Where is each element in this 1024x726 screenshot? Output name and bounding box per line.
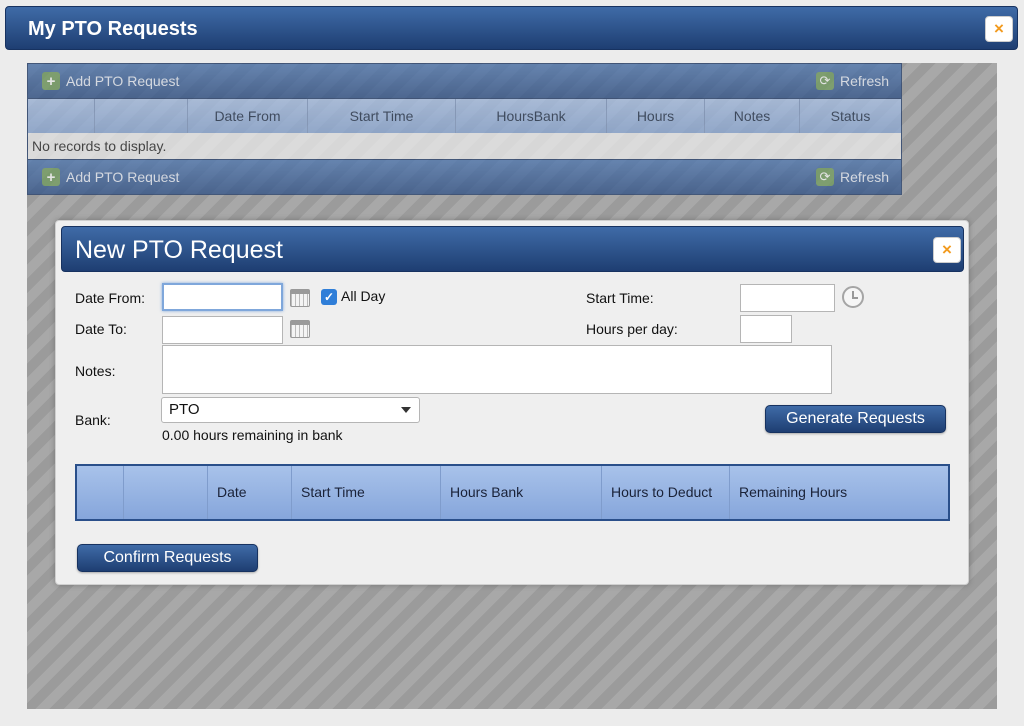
grid-col-hoursbank[interactable]: HoursBank xyxy=(456,99,607,133)
grid-top-toolbar: + Add PTO Request ⟳ Refresh xyxy=(27,63,902,99)
notes-textarea[interactable] xyxy=(162,345,832,394)
pto-requests-grid: + Add PTO Request ⟳ Refresh Date From St… xyxy=(27,63,902,196)
start-time-input[interactable] xyxy=(740,284,835,312)
generate-requests-button[interactable]: Generate Requests xyxy=(765,405,946,433)
hours-per-day-label: Hours per day: xyxy=(586,321,678,337)
all-day-checkbox[interactable]: ✓ xyxy=(321,289,337,305)
grid-header-row: Date From Start Time HoursBank Hours Not… xyxy=(27,99,902,133)
grid-col-hours[interactable]: Hours xyxy=(607,99,705,133)
plus-icon: + xyxy=(42,168,60,186)
start-time-label: Start Time: xyxy=(586,290,654,306)
window-titlebar: My PTO Requests × xyxy=(5,6,1018,50)
date-to-calendar-icon[interactable] xyxy=(290,320,310,338)
grid-bottom-toolbar: + Add PTO Request ⟳ Refresh xyxy=(27,159,902,195)
window-close-button[interactable]: × xyxy=(985,16,1013,42)
plus-icon: + xyxy=(42,72,60,90)
all-day-label[interactable]: All Day xyxy=(341,288,385,304)
add-pto-request-button-bottom[interactable]: + Add PTO Request xyxy=(42,168,179,186)
grid-col-start-time[interactable]: Start Time xyxy=(308,99,456,133)
hours-per-day-input[interactable] xyxy=(740,315,792,343)
dialog-titlebar: New PTO Request × xyxy=(61,226,964,272)
dialog-close-button[interactable]: × xyxy=(933,237,961,263)
no-records-message: No records to display. xyxy=(27,133,902,159)
date-to-label: Date To: xyxy=(75,321,127,337)
date-from-input[interactable] xyxy=(162,283,283,311)
date-to-input[interactable] xyxy=(162,316,283,344)
close-icon: × xyxy=(942,240,952,259)
refresh-icon: ⟳ xyxy=(816,168,834,186)
req-col-select[interactable] xyxy=(124,466,208,519)
grid-col-select[interactable] xyxy=(95,99,188,133)
window-title: My PTO Requests xyxy=(28,18,198,40)
confirm-requests-button[interactable]: Confirm Requests xyxy=(77,544,258,572)
date-from-calendar-icon[interactable] xyxy=(290,289,310,307)
add-pto-request-button-top[interactable]: + Add PTO Request xyxy=(42,72,179,90)
req-col-start-time[interactable]: Start Time xyxy=(292,466,441,519)
chevron-down-icon xyxy=(401,407,411,413)
refresh-button-top[interactable]: ⟳ Refresh xyxy=(816,72,889,90)
add-pto-request-label: Add PTO Request xyxy=(66,73,180,89)
grid-col-expand[interactable] xyxy=(28,99,95,133)
bank-label: Bank: xyxy=(75,412,111,428)
refresh-icon: ⟳ xyxy=(816,72,834,90)
bank-selected-value: PTO xyxy=(169,401,200,418)
bank-remaining-text: 0.00 hours remaining in bank xyxy=(162,427,343,443)
refresh-label: Refresh xyxy=(840,169,890,185)
req-col-expand[interactable] xyxy=(77,466,124,519)
close-icon: × xyxy=(994,19,1004,38)
req-col-hours-bank[interactable]: Hours Bank xyxy=(441,466,602,519)
refresh-label: Refresh xyxy=(840,73,890,89)
refresh-button-bottom[interactable]: ⟳ Refresh xyxy=(816,168,889,186)
notes-label: Notes: xyxy=(75,363,116,379)
date-from-label: Date From: xyxy=(75,290,146,306)
requests-preview-grid: Date Start Time Hours Bank Hours to Dedu… xyxy=(75,464,950,521)
grid-col-date-from[interactable]: Date From xyxy=(188,99,308,133)
req-col-date[interactable]: Date xyxy=(208,466,292,519)
clock-icon[interactable] xyxy=(842,286,864,308)
grid-col-notes[interactable]: Notes xyxy=(705,99,800,133)
dialog-title: New PTO Request xyxy=(75,236,283,264)
req-col-remaining-hours[interactable]: Remaining Hours xyxy=(730,466,948,519)
bank-select[interactable]: PTO xyxy=(161,397,420,423)
grid-col-status[interactable]: Status xyxy=(800,99,901,133)
req-col-hours-to-deduct[interactable]: Hours to Deduct xyxy=(602,466,730,519)
add-pto-request-label: Add PTO Request xyxy=(66,169,180,185)
